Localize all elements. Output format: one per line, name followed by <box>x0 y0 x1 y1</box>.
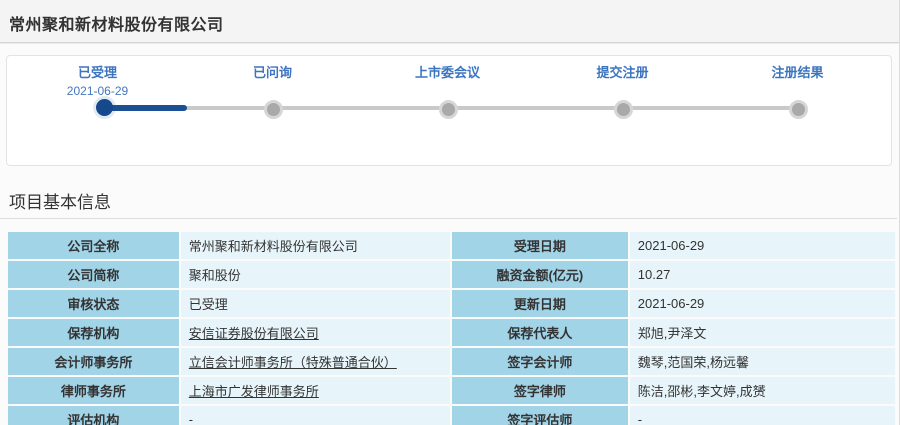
value-cell: 10.27 <box>630 261 895 288</box>
value-cell: 立信会计师事务所（特殊普通合伙） <box>181 348 450 375</box>
step-dot <box>789 100 808 119</box>
step-dot-active <box>96 99 113 116</box>
signing-lawyers: 陈洁,邵彬,李文婷,成赟 <box>638 384 766 399</box>
step-label: 已问询 <box>185 62 360 81</box>
accounting-firm-link[interactable]: 立信会计师事务所（特殊普通合伙） <box>189 355 397 370</box>
step-label: 注册结果 <box>710 62 885 81</box>
step-dot <box>614 100 633 119</box>
value-cell: - <box>181 406 450 425</box>
step-label: 提交注册 <box>535 62 710 81</box>
table-row: 会计师事务所 立信会计师事务所（特殊普通合伙） 签字会计师 魏琴,范国荣,杨远馨 <box>8 348 895 375</box>
label-cell: 会计师事务所 <box>8 348 179 375</box>
step-date <box>535 84 710 98</box>
page-header: 常州聚和新材料股份有限公司 <box>0 0 899 43</box>
page-title: 常州聚和新材料股份有限公司 <box>0 0 899 35</box>
table-row: 律师事务所 上海市广发律师事务所 签字律师 陈洁,邵彬,李文婷,成赟 <box>8 377 895 404</box>
value-cell: - <box>630 406 895 425</box>
value-cell: 上海市广发律师事务所 <box>181 377 450 404</box>
label-cell: 签字评估师 <box>452 406 628 425</box>
step-listing-committee: 上市委会议 <box>360 62 535 98</box>
financing-amount: 10.27 <box>638 267 671 282</box>
table-row: 公司简称 聚和股份 融资金额(亿元) 10.27 <box>8 261 895 288</box>
value-cell: 2021-06-29 <box>630 290 895 317</box>
value-cell: 魏琴,范国荣,杨远馨 <box>630 348 895 375</box>
step-date <box>360 84 535 98</box>
value-cell: 常州聚和新材料股份有限公司 <box>181 232 450 259</box>
label-cell: 融资金额(亿元) <box>452 261 628 288</box>
signing-accountants: 魏琴,范国荣,杨远馨 <box>638 355 749 370</box>
label-cell: 律师事务所 <box>8 377 179 404</box>
step-date <box>185 84 360 98</box>
basic-info-table: 公司全称 常州聚和新材料股份有限公司 受理日期 2021-06-29 公司简称 … <box>6 230 897 425</box>
company-full-name: 常州聚和新材料股份有限公司 <box>189 239 358 254</box>
signing-valuers: - <box>638 412 642 425</box>
label-cell: 受理日期 <box>452 232 628 259</box>
label-cell: 审核状态 <box>8 290 179 317</box>
step-label: 上市委会议 <box>360 62 535 81</box>
label-cell: 更新日期 <box>452 290 628 317</box>
step-inquired: 已问询 <box>185 62 360 98</box>
law-firm-link[interactable]: 上海市广发律师事务所 <box>189 384 319 399</box>
value-cell: 2021-06-29 <box>630 232 895 259</box>
update-date: 2021-06-29 <box>638 296 705 311</box>
table-row: 保荐机构 安信证券股份有限公司 保荐代表人 郑旭,尹泽文 <box>8 319 895 346</box>
step-accepted: 已受理 2021-06-29 <box>10 62 185 98</box>
step-registration-result: 注册结果 <box>710 62 885 98</box>
value-cell: 安信证券股份有限公司 <box>181 319 450 346</box>
step-dot <box>439 100 458 119</box>
step-label: 已受理 <box>10 62 185 81</box>
label-cell: 保荐机构 <box>8 319 179 346</box>
step-date: 2021-06-29 <box>10 84 185 98</box>
step-date <box>710 84 885 98</box>
label-cell: 签字律师 <box>452 377 628 404</box>
sponsor-link[interactable]: 安信证券股份有限公司 <box>189 326 319 341</box>
company-short-name: 聚和股份 <box>189 268 241 283</box>
accept-date: 2021-06-29 <box>638 238 705 253</box>
value-cell: 聚和股份 <box>181 261 450 288</box>
section-title: 项目基本信息 <box>9 188 111 213</box>
value-cell: 郑旭,尹泽文 <box>630 319 895 346</box>
label-cell: 公司全称 <box>8 232 179 259</box>
table-row: 审核状态 已受理 更新日期 2021-06-29 <box>8 290 895 317</box>
step-submit-registration: 提交注册 <box>535 62 710 98</box>
step-dot <box>264 100 283 119</box>
label-cell: 保荐代表人 <box>452 319 628 346</box>
table-row: 评估机构 - 签字评估师 - <box>8 406 895 425</box>
sponsor-representatives: 郑旭,尹泽文 <box>638 326 707 341</box>
label-cell: 签字会计师 <box>452 348 628 375</box>
review-progress-stepper: 已受理 2021-06-29 已问询 上市委会议 提交注册 注册结果 <box>6 55 892 166</box>
section-divider <box>0 218 897 219</box>
table-row: 公司全称 常州聚和新材料股份有限公司 受理日期 2021-06-29 <box>8 232 895 259</box>
review-status: 已受理 <box>189 297 228 312</box>
label-cell: 评估机构 <box>8 406 179 425</box>
value-cell: 陈洁,邵彬,李文婷,成赟 <box>630 377 895 404</box>
valuation-agency: - <box>189 412 193 425</box>
page-root: 常州聚和新材料股份有限公司 已受理 2021-06-29 已问询 上市委会议 提… <box>0 0 900 425</box>
value-cell: 已受理 <box>181 290 450 317</box>
label-cell: 公司简称 <box>8 261 179 288</box>
